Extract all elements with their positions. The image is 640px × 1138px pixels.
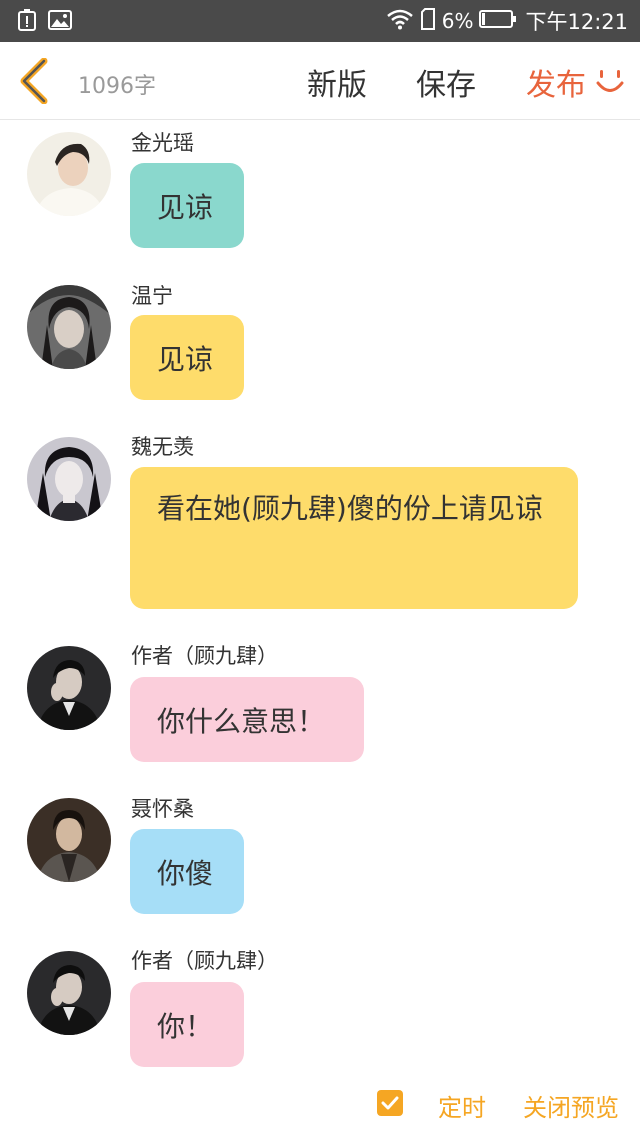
chat-message: 魏无羡 看在她(顾九肆)傻的份上请见谅	[0, 425, 640, 625]
preview-bottom-bar: 定时 关闭预览	[0, 1080, 640, 1126]
battery-alert-icon	[18, 9, 36, 35]
battery-percent: 6%	[441, 9, 474, 33]
chat-message: 作者（顾九肆） 你什么意思！	[0, 635, 640, 775]
chat-message: 金光瑶 见谅	[0, 120, 640, 260]
avatar[interactable]	[27, 646, 111, 730]
check-icon	[381, 1096, 399, 1110]
timer-checkbox[interactable]	[377, 1090, 403, 1116]
timer-button[interactable]: 定时	[438, 1088, 486, 1123]
sender-name: 作者（顾九肆）	[131, 949, 278, 973]
editor-toolbar: 1096字 新版 保存 发布	[0, 42, 640, 120]
new-version-button[interactable]: 新版	[307, 60, 367, 104]
sender-name: 作者（顾九肆）	[131, 644, 278, 668]
sender-name: 温宁	[131, 284, 173, 308]
close-preview-button[interactable]: 关闭预览	[523, 1088, 619, 1123]
smile-icon[interactable]	[594, 66, 626, 98]
status-bar: 6% 下午12:21	[0, 0, 640, 42]
wifi-icon	[386, 8, 414, 35]
word-count: 1096字	[78, 74, 156, 99]
message-bubble[interactable]: 看在她(顾九肆)傻的份上请见谅	[130, 467, 578, 609]
back-button[interactable]	[14, 57, 54, 105]
message-bubble[interactable]: 你什么意思！	[130, 677, 364, 762]
avatar[interactable]	[27, 285, 111, 369]
message-bubble[interactable]: 你！	[130, 982, 244, 1067]
avatar[interactable]	[27, 132, 111, 216]
sender-name: 魏无羡	[131, 435, 194, 459]
battery-icon	[479, 9, 517, 34]
avatar[interactable]	[27, 437, 111, 521]
image-icon	[48, 10, 72, 34]
sender-name: 金光瑶	[131, 131, 194, 155]
message-bubble[interactable]: 你傻	[130, 829, 244, 914]
avatar[interactable]	[27, 951, 111, 1035]
chat-message: 作者（顾九肆） 你！	[0, 940, 640, 1080]
status-time: 下午12:21	[525, 10, 628, 34]
sim-icon	[420, 7, 436, 35]
publish-button[interactable]: 发布	[526, 60, 586, 104]
sender-name: 聂怀桑	[131, 797, 194, 821]
save-button[interactable]: 保存	[416, 60, 476, 104]
message-bubble[interactable]: 见谅	[130, 315, 244, 400]
avatar[interactable]	[27, 798, 111, 882]
chat-message: 温宁 见谅	[0, 272, 640, 412]
chevron-left-icon	[20, 57, 48, 105]
message-bubble[interactable]: 见谅	[130, 163, 244, 248]
chat-message: 聂怀桑 你傻	[0, 788, 640, 928]
